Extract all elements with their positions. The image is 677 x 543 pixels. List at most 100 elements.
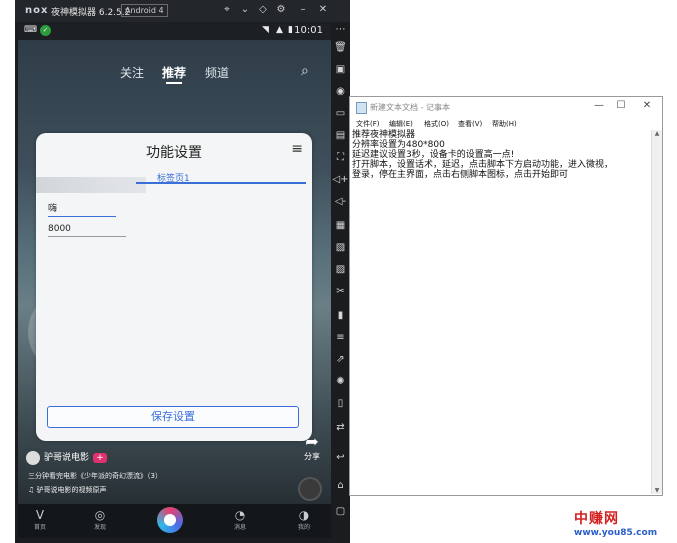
- screenshot-icon[interactable]: ▦: [331, 220, 350, 231]
- android-screen: ⌨ ✓ ◥ ▲ ▮ 10:01 关注 推荐 频道 ⌕ 功能设置 ≡ 标签页1 嗨…: [18, 22, 331, 538]
- tab-channel[interactable]: 频道: [205, 64, 229, 81]
- minimize-icon[interactable]: —: [592, 100, 606, 111]
- keymap-icon[interactable]: ▣: [331, 64, 350, 75]
- nav-discover[interactable]: ◎ 发现: [80, 508, 120, 531]
- scroll-up-icon[interactable]: ▲: [652, 130, 662, 137]
- script-text-input[interactable]: 嗨: [48, 201, 116, 217]
- minimize-icon[interactable]: –: [297, 4, 309, 15]
- close-icon[interactable]: ✕: [640, 100, 654, 111]
- more-icon[interactable]: ⋯: [331, 24, 350, 35]
- keyboard-icon[interactable]: ◇: [257, 4, 269, 15]
- record-icon[interactable]: ▮: [331, 310, 350, 321]
- person-icon: ◑: [298, 508, 310, 522]
- music-disc-icon[interactable]: [298, 477, 322, 501]
- settings-dialog: 功能设置 ≡ 标签页1 嗨 8000 保存设置: [36, 133, 312, 441]
- menu-format[interactable]: 格式(O): [424, 119, 449, 129]
- blurred-strip: [36, 177, 146, 193]
- menu-edit[interactable]: 编辑(E): [389, 119, 413, 129]
- compass-icon: ◎: [94, 508, 106, 522]
- search-icon[interactable]: ⌕: [301, 63, 309, 79]
- text-line: 登录，停在主界面，点击右侧脚本图标，点击开始即可: [352, 170, 569, 180]
- menu-view[interactable]: 查看(V): [458, 119, 482, 129]
- emulator-title-bar: nox 夜神模拟器 6.2.5.2 Android 4 ⌖ ⌄ ◇ ⚙ – ✕: [15, 0, 350, 22]
- avatar[interactable]: [26, 450, 40, 465]
- home-icon[interactable]: ⌂: [331, 480, 350, 491]
- video-author: 驴哥说电影 +: [26, 450, 108, 465]
- loading-icon[interactable]: ✺: [331, 376, 350, 387]
- home-nav-icon: V: [35, 508, 45, 522]
- nav-home[interactable]: V 首页: [20, 508, 60, 531]
- signal-icon: ▲: [276, 25, 283, 35]
- emulator-window: nox 夜神模拟器 6.2.5.2 Android 4 ⌖ ⌄ ◇ ⚙ – ✕ …: [15, 0, 350, 543]
- bottom-nav: V 首页 ◎ 发现 ◔ 消息 ◑ 我的: [18, 504, 331, 538]
- scroll-down-icon[interactable]: ▼: [652, 487, 662, 494]
- nav-me[interactable]: ◑ 我的: [284, 508, 324, 531]
- author-name[interactable]: 驴哥说电影: [44, 453, 89, 463]
- menu-icon[interactable]: ≡: [291, 141, 303, 157]
- wifi-icon: ◥: [262, 25, 269, 35]
- watermark-name: 中赚网: [574, 511, 619, 527]
- top-nav: 关注 推荐 频道 ⌕: [18, 63, 331, 84]
- back-icon[interactable]: ↩: [331, 452, 350, 463]
- apk-icon[interactable]: ▤: [331, 130, 350, 141]
- app-status-icon: ✓: [40, 25, 51, 36]
- nav-messages[interactable]: ◔ 消息: [220, 508, 260, 531]
- chevron-down-icon[interactable]: ⌄: [239, 4, 251, 15]
- notepad-title: 新建文本文档 - 记事本: [370, 103, 450, 112]
- macro-icon[interactable]: ▧: [331, 242, 350, 253]
- menu-icon[interactable]: ≡: [331, 332, 350, 343]
- video-description: 三分钟看完电影《少年派的奇幻漂流》（3）: [28, 472, 162, 480]
- camera-button[interactable]: [157, 507, 183, 533]
- trash-icon[interactable]: 🗑: [331, 42, 350, 53]
- emulator-name: 夜神模拟器 6.2.5.2: [51, 8, 131, 18]
- pin-icon[interactable]: ⌖: [221, 4, 233, 15]
- close-icon[interactable]: ✕: [317, 4, 329, 15]
- text-line: 推荐夜神模拟器: [352, 130, 416, 140]
- text-line: 打开脚本，设置话术，延迟，点击脚本下方启动功能，进入微视，: [352, 160, 614, 170]
- follow-button[interactable]: +: [93, 452, 108, 463]
- scissors-icon[interactable]: ✂: [331, 286, 350, 297]
- notepad-text-area[interactable]: 推荐夜神模拟器 分辨率设置为480*800 延迟建议设置3秒，设备卡的设置高一点! 打…: [352, 130, 652, 180]
- screen-icon[interactable]: ▭: [331, 108, 350, 119]
- share-button[interactable]: ➦ 分享: [297, 432, 327, 462]
- text-line: 延迟建议设置3秒，设备卡的设置高一点!: [352, 150, 515, 160]
- nox-logo: nox: [25, 5, 49, 16]
- volume-down-icon[interactable]: ◁-: [331, 196, 350, 207]
- notepad-title-bar: 新建文本文档 - 记事本 — ☐ ✕: [350, 97, 662, 117]
- watermark-url: www.you85.com: [574, 528, 658, 538]
- share-label: 分享: [304, 452, 320, 461]
- dialog-title: 功能设置: [146, 145, 202, 161]
- multi-icon[interactable]: ▨: [331, 264, 350, 275]
- recent-icon[interactable]: ▢: [331, 506, 350, 517]
- sync-icon[interactable]: ⇄: [331, 422, 350, 433]
- delay-input[interactable]: 8000: [48, 224, 126, 237]
- watermark: 中赚网 www.you85.com: [574, 508, 657, 538]
- text-line: 分辨率设置为480*800: [352, 140, 445, 150]
- volume-up-icon[interactable]: ◁+: [331, 174, 350, 185]
- battery-icon: ▮: [288, 25, 293, 35]
- status-bar: ⌨ ✓ ◥ ▲ ▮ 10:01: [18, 22, 331, 40]
- tab-follow[interactable]: 关注: [120, 64, 144, 81]
- maximize-icon[interactable]: ☐: [614, 100, 628, 111]
- notepad-icon: [356, 102, 367, 114]
- phone-icon[interactable]: ▯: [331, 398, 350, 409]
- tab-recommend[interactable]: 推荐: [162, 64, 186, 81]
- share-icon: ➦: [305, 432, 319, 451]
- emulator-toolbar: ⋯ 🗑 ▣ ◉ ▭ ▤ ⛶ ◁+ ◁- ▦ ▧ ▨ ✂ ▮ ≡ ⇗ ✺ ▯ ⇄ …: [331, 22, 350, 543]
- notepad-scrollbar[interactable]: ▲ ▼: [651, 130, 662, 494]
- notepad-window: 新建文本文档 - 记事本 — ☐ ✕ 文件(F) 编辑(E) 格式(O) 查看(…: [349, 96, 663, 496]
- gear-icon[interactable]: ⚙: [275, 4, 287, 15]
- status-time: 10:01: [294, 25, 323, 36]
- location-icon[interactable]: ◉: [331, 86, 350, 97]
- menu-help[interactable]: 帮助(H): [492, 119, 517, 129]
- save-settings-button[interactable]: 保存设置: [47, 406, 299, 428]
- menu-file[interactable]: 文件(F): [356, 119, 380, 129]
- keyboard-status-icon: ⌨: [24, 25, 37, 35]
- tab-indicator: [136, 182, 306, 184]
- video-music[interactable]: ♫ 驴哥说电影的视频原声: [28, 485, 107, 495]
- shake-icon[interactable]: ⇗: [331, 354, 350, 365]
- android-version-badge: Android 4: [121, 4, 168, 17]
- fullscreen-icon[interactable]: ⛶: [331, 152, 350, 163]
- bell-icon: ◔: [234, 508, 246, 522]
- notepad-menu-bar: 文件(F) 编辑(E) 格式(O) 查看(V) 帮助(H): [350, 117, 662, 130]
